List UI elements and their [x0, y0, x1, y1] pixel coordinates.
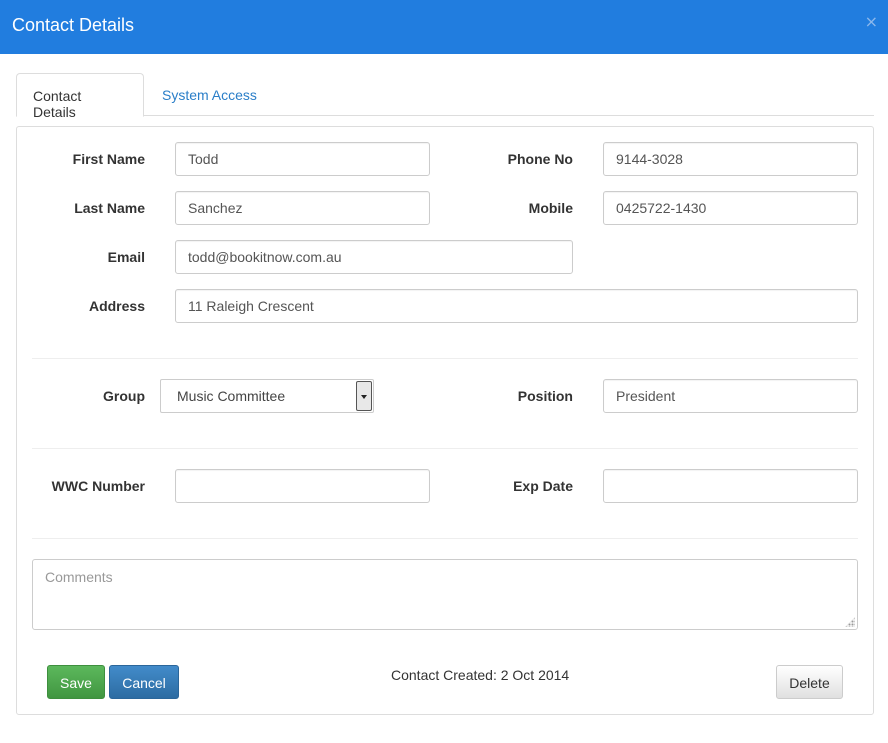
wwc-number-field[interactable] — [175, 469, 430, 503]
group-label: Group — [103, 388, 145, 404]
last-name-field[interactable]: Sanchez — [175, 191, 430, 225]
close-icon[interactable]: × — [865, 12, 878, 31]
position-label: Position — [517, 388, 573, 404]
email-label: Email — [107, 249, 145, 265]
modal-header: Contact Details × — [0, 0, 888, 54]
tab-system-access[interactable]: System Access — [146, 73, 273, 116]
email-field[interactable]: todd@bookitnow.com.au — [175, 240, 573, 274]
address-label: Address — [88, 298, 145, 314]
cancel-button[interactable]: Cancel — [109, 665, 179, 699]
last-name-label: Last Name — [74, 200, 145, 216]
comments-placeholder: Comments — [45, 569, 113, 585]
comments-textarea[interactable]: Comments — [32, 559, 858, 630]
group-select-value: Music Committee — [177, 388, 286, 404]
tab-bar: Contact Details System Access — [16, 73, 874, 120]
resize-grip-icon[interactable] — [845, 617, 855, 627]
mobile-field[interactable]: 0425722-1430 — [603, 191, 858, 225]
wwc-number-label: WWC Number — [51, 478, 145, 494]
phone-no-field[interactable]: 9144-3028 — [603, 142, 858, 176]
first-name-field[interactable]: Todd — [175, 142, 430, 176]
mobile-label: Mobile — [528, 200, 573, 216]
group-select[interactable]: Music Committee — [160, 379, 374, 413]
address-field[interactable]: 11 Raleigh Crescent — [175, 289, 858, 323]
delete-button[interactable]: Delete — [776, 665, 843, 699]
divider — [32, 358, 858, 359]
position-field[interactable]: President — [603, 379, 858, 413]
contact-created-text: Contact Created: 2 Oct 2014 — [391, 667, 570, 683]
modal-title: Contact Details — [12, 15, 135, 35]
phone-no-label: Phone No — [507, 151, 573, 167]
chevron-down-icon[interactable] — [356, 381, 372, 411]
divider — [32, 538, 858, 539]
exp-date-label: Exp Date — [513, 478, 573, 494]
save-button[interactable]: Save — [47, 665, 105, 699]
tab-contact-details[interactable]: Contact Details — [16, 73, 144, 120]
divider — [32, 448, 858, 449]
first-name-label: First Name — [72, 151, 145, 167]
exp-date-field[interactable] — [603, 469, 858, 503]
